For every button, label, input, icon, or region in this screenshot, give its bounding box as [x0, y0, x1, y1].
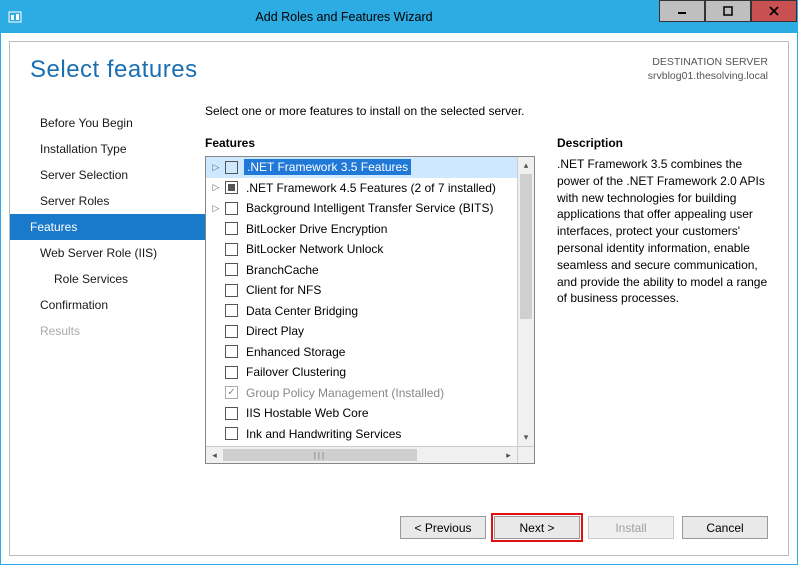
expander-icon[interactable]: ▷: [210, 203, 222, 214]
feature-label: Direct Play: [244, 323, 306, 339]
nav-item-role-services[interactable]: Role Services: [10, 266, 205, 292]
feature-label: Background Intelligent Transfer Service …: [244, 200, 495, 216]
feature-checkbox[interactable]: [225, 181, 238, 194]
main-panel: Select one or more features to install o…: [205, 104, 768, 502]
instruction-text: Select one or more features to install o…: [205, 104, 768, 118]
app-icon: [1, 1, 29, 33]
wizard-body: Select features DESTINATION SERVER srvbl…: [9, 41, 789, 556]
feature-label: Client for NFS: [244, 282, 323, 298]
feature-label: BitLocker Drive Encryption: [244, 221, 389, 237]
features-heading: Features: [205, 136, 535, 150]
feature-label: .NET Framework 3.5 Features: [244, 159, 411, 175]
window-controls: [659, 1, 797, 33]
feature-checkbox[interactable]: [225, 427, 238, 440]
feature-item[interactable]: ▷Client for NFS: [206, 280, 517, 301]
feature-item[interactable]: ▷IIS Hostable Web Core: [206, 403, 517, 424]
nav-item-installation-type[interactable]: Installation Type: [10, 136, 205, 162]
feature-checkbox[interactable]: [225, 202, 238, 215]
vertical-scrollbar[interactable]: ▴ ▾: [517, 157, 534, 446]
maximize-button[interactable]: [705, 0, 751, 22]
features-list[interactable]: ▷ .NET Framework 3.5 Features ▷ .NET Framew…: [206, 157, 517, 446]
hscroll-thumb[interactable]: |||: [223, 449, 417, 461]
horizontal-scrollbar[interactable]: ◂ ||| ▸: [206, 446, 517, 463]
feature-item[interactable]: ▷BranchCache: [206, 260, 517, 281]
feature-item[interactable]: ▷ Background Intelligent Transfer Service…: [206, 198, 517, 219]
nav-item-results: Results: [10, 318, 205, 344]
cancel-button[interactable]: Cancel: [682, 516, 768, 539]
feature-item[interactable]: ▷Failover Clustering: [206, 362, 517, 383]
feature-checkbox[interactable]: [225, 304, 238, 317]
page-title: Select features: [30, 56, 198, 84]
feature-item[interactable]: ▷BitLocker Drive Encryption: [206, 219, 517, 240]
scroll-corner: [517, 446, 534, 463]
nav-item-features[interactable]: Features: [10, 214, 205, 240]
feature-item[interactable]: ▷Data Center Bridging: [206, 301, 517, 322]
feature-item[interactable]: ▷ .NET Framework 4.5 Features (2 of 7 ins…: [206, 178, 517, 199]
feature-item[interactable]: ▷Group Policy Management (Installed): [206, 383, 517, 404]
destination-server: DESTINATION SERVER srvblog01.thesolving.…: [648, 56, 768, 84]
nav-item-confirmation[interactable]: Confirmation: [10, 292, 205, 318]
feature-checkbox[interactable]: [225, 386, 238, 399]
feature-checkbox[interactable]: [225, 243, 238, 256]
scroll-down-icon[interactable]: ▾: [518, 429, 534, 446]
feature-item[interactable]: ▷Direct Play: [206, 321, 517, 342]
feature-item[interactable]: ▷Ink and Handwriting Services: [206, 424, 517, 445]
features-column: Features ▷ .NET Framework 3.5 Features ▷ .N…: [205, 136, 535, 502]
destination-value: srvblog01.thesolving.local: [648, 70, 768, 84]
feature-label: BranchCache: [244, 262, 321, 278]
scroll-up-icon[interactable]: ▴: [518, 157, 534, 174]
description-heading: Description: [557, 136, 768, 150]
features-listbox: ▷ .NET Framework 3.5 Features ▷ .NET Framew…: [205, 156, 535, 464]
window-title: Add Roles and Features Wizard: [29, 10, 659, 24]
next-button[interactable]: Next >: [494, 516, 580, 539]
feature-label: Enhanced Storage: [244, 344, 347, 360]
feature-label: IIS Hostable Web Core: [244, 405, 371, 421]
nav-item-before-you-begin[interactable]: Before You Begin: [10, 110, 205, 136]
feature-checkbox[interactable]: [225, 161, 238, 174]
wizard-footer: < Previous Next > Install Cancel: [10, 502, 788, 555]
feature-label: Group Policy Management (Installed): [244, 385, 446, 401]
feature-item[interactable]: ▷ .NET Framework 3.5 Features: [206, 157, 517, 178]
description-text: .NET Framework 3.5 combines the power of…: [557, 156, 768, 307]
nav-item-web-server-role-iis-[interactable]: Web Server Role (IIS): [10, 240, 205, 266]
feature-item[interactable]: ▷Enhanced Storage: [206, 342, 517, 363]
feature-checkbox[interactable]: [225, 345, 238, 358]
expander-icon[interactable]: ▷: [210, 162, 222, 173]
wizard-window: Add Roles and Features Wizard Select fea…: [0, 0, 798, 565]
close-button[interactable]: [751, 0, 797, 22]
titlebar: Add Roles and Features Wizard: [1, 1, 797, 33]
feature-item[interactable]: ▷BitLocker Network Unlock: [206, 239, 517, 260]
minimize-button[interactable]: [659, 0, 705, 22]
feature-checkbox[interactable]: [225, 284, 238, 297]
feature-checkbox[interactable]: [225, 407, 238, 420]
scroll-left-icon[interactable]: ◂: [206, 447, 223, 463]
nav-item-server-roles[interactable]: Server Roles: [10, 188, 205, 214]
destination-label: DESTINATION SERVER: [648, 56, 768, 70]
feature-label: .NET Framework 4.5 Features (2 of 7 inst…: [244, 180, 498, 196]
install-button[interactable]: Install: [588, 516, 674, 539]
feature-label: Ink and Handwriting Services: [244, 426, 403, 442]
feature-label: Data Center Bridging: [244, 303, 360, 319]
feature-checkbox[interactable]: [225, 222, 238, 235]
nav-item-server-selection[interactable]: Server Selection: [10, 162, 205, 188]
wizard-nav: Before You BeginInstallation TypeServer …: [10, 104, 205, 502]
feature-label: BitLocker Network Unlock: [244, 241, 385, 257]
scroll-thumb[interactable]: [520, 174, 532, 319]
previous-button[interactable]: < Previous: [400, 516, 486, 539]
scroll-right-icon[interactable]: ▸: [500, 447, 517, 463]
description-column: Description .NET Framework 3.5 combines …: [557, 136, 768, 502]
feature-checkbox[interactable]: [225, 366, 238, 379]
expander-icon[interactable]: ▷: [210, 182, 222, 193]
feature-checkbox[interactable]: [225, 325, 238, 338]
feature-label: Failover Clustering: [244, 364, 348, 380]
feature-checkbox[interactable]: [225, 263, 238, 276]
